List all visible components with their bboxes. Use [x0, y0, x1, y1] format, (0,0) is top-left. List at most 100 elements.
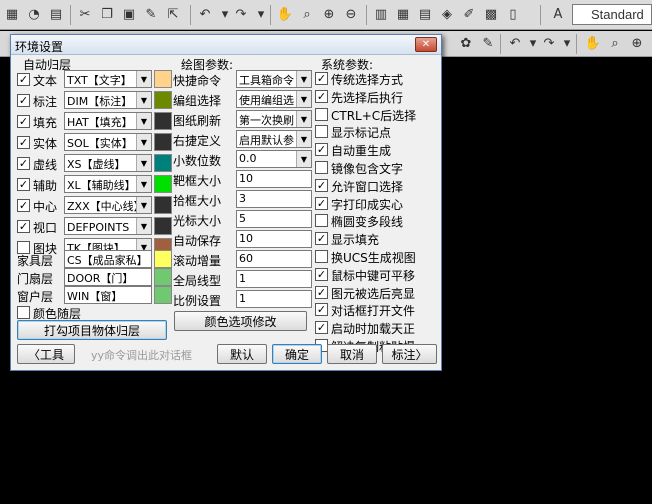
sys-param-checkbox[interactable]: ✓	[315, 321, 328, 335]
sys-param-checkbox[interactable]: ✓	[315, 72, 328, 85]
pan-icon[interactable]: ✋	[275, 4, 295, 24]
layer-color-swatch[interactable]	[154, 196, 172, 214]
sys-param-checkbox[interactable]: ✓	[315, 267, 328, 281]
calculator-icon[interactable]: ▩	[481, 4, 501, 24]
sys-param-row[interactable]: ✓ 先选择后执行	[315, 87, 435, 105]
draw-param-input[interactable]: 60	[236, 250, 312, 268]
sys-param-checkbox[interactable]: ✓	[315, 178, 328, 192]
sys-param-row[interactable]: ✓ 显示填充	[315, 229, 435, 247]
chevron-down-icon[interactable]: ▼	[136, 218, 151, 234]
sys-param-checkbox[interactable]: ✓	[315, 143, 328, 157]
layer-combo[interactable]: SOL【实体】 ▼	[64, 133, 152, 151]
text-layer-color-swatch[interactable]	[154, 268, 172, 286]
layer-color-swatch[interactable]	[154, 112, 172, 130]
sys-param-row[interactable]: ✓ 对话框打开文件	[315, 300, 435, 318]
text-layer-color-swatch[interactable]	[154, 286, 172, 304]
draw-param-input[interactable]: 10	[236, 170, 312, 188]
match-properties-icon[interactable]: ✎	[141, 4, 161, 24]
cut-icon[interactable]: ✂	[75, 4, 95, 24]
sys-param-row[interactable]: 显示标记点	[315, 122, 435, 140]
annotate-button[interactable]: 标注〉	[382, 344, 437, 364]
redo-icon[interactable]: ↷	[231, 4, 251, 24]
layer-combo[interactable]: TXT【文字】 ▼	[64, 70, 152, 88]
sys-param-checkbox[interactable]: ✓	[315, 303, 328, 317]
close-button[interactable]: ✕	[415, 37, 437, 52]
brush-icon[interactable]: ✎	[478, 33, 498, 53]
draw-param-combo[interactable]: 第一次换刷 ▼	[236, 110, 312, 128]
text-layer-color-swatch[interactable]	[154, 250, 172, 268]
text-style-icon[interactable]: A	[548, 4, 568, 24]
chevron-down-icon[interactable]: ▼	[296, 151, 311, 167]
layer-checkbox[interactable]: ✓	[17, 115, 30, 128]
sys-param-row[interactable]: 镜像包含文字	[315, 158, 435, 176]
text-layer-input[interactable]: CS【成品家私】	[64, 250, 152, 268]
layer-combo[interactable]: XS【虚线】 ▼	[64, 154, 152, 172]
layer-checkbox[interactable]: ✓	[17, 157, 30, 170]
properties-icon[interactable]: ▥	[371, 4, 391, 24]
help-icon[interactable]: ▯	[503, 4, 523, 24]
chevron-down-icon[interactable]: ▼	[296, 111, 311, 127]
draw-param-input[interactable]: 1	[236, 270, 312, 288]
save-file-icon[interactable]: ▤	[46, 4, 66, 24]
layer-checkbox[interactable]: ✓	[17, 178, 30, 191]
draw-param-input[interactable]: 1	[236, 290, 312, 308]
color-options-button[interactable]: 颜色选项修改	[174, 311, 307, 331]
layer-color-swatch[interactable]	[154, 91, 172, 109]
sys-param-row[interactable]: ✓ 自动重生成	[315, 140, 435, 158]
zoom-window-icon[interactable]: ⊕	[319, 4, 339, 24]
layer-color-swatch[interactable]	[154, 217, 172, 235]
sys-param-row[interactable]: 椭圆变多段线	[315, 211, 435, 229]
layer-color-swatch[interactable]	[154, 175, 172, 193]
sys-param-checkbox[interactable]	[315, 214, 328, 228]
zoom-realtime-icon[interactable]: ⌕	[297, 4, 317, 24]
layer-color-swatch[interactable]	[154, 70, 172, 88]
chevron-down-icon[interactable]: ▼	[136, 134, 151, 150]
sys-param-checkbox[interactable]	[315, 107, 328, 121]
redo-dropdown-icon[interactable]: ▾	[251, 4, 271, 24]
zoom-previous-icon[interactable]: ⊖	[341, 4, 361, 24]
cancel-button[interactable]: 取消	[327, 344, 377, 364]
layer-combo[interactable]: HAT【填充】 ▼	[64, 112, 152, 130]
sys-param-checkbox[interactable]: ✓	[315, 196, 328, 210]
text-layer-input[interactable]: DOOR【门】	[64, 268, 152, 286]
draw-param-input[interactable]: 5	[236, 210, 312, 228]
layer-color-swatch[interactable]	[154, 133, 172, 151]
layer-combo[interactable]: ZXX【中心线】 ▼	[64, 196, 152, 214]
chevron-down-icon[interactable]: ▼	[296, 71, 311, 87]
block-editor-icon[interactable]: ⇱	[163, 4, 183, 24]
chevron-down-icon[interactable]: ▼	[136, 197, 151, 213]
tools-button[interactable]: 〈工具	[17, 344, 75, 364]
sheet-set-icon[interactable]: ◈	[437, 4, 457, 24]
layer-color-swatch[interactable]	[154, 154, 172, 172]
redo-icon-2[interactable]: ↷	[539, 33, 559, 53]
sys-param-checkbox[interactable]: ✓	[315, 89, 328, 103]
draw-param-combo[interactable]: 工具箱命令 ▼	[236, 70, 312, 88]
draw-param-input[interactable]: 10	[236, 230, 312, 248]
open-file-icon[interactable]: ◔	[24, 4, 44, 24]
sys-param-checkbox[interactable]: ✓	[315, 232, 328, 246]
layer-combo[interactable]: DEFPOINTS【 ▼	[64, 217, 152, 235]
draw-param-combo[interactable]: 使用编组选 ▼	[236, 90, 312, 108]
sys-param-row[interactable]: ✓ 鼠标中键可平移	[315, 265, 435, 283]
markup-icon[interactable]: ✐	[459, 4, 479, 24]
chevron-down-icon[interactable]: ▼	[136, 71, 151, 87]
new-file-icon[interactable]: ▦	[2, 4, 22, 24]
layer-combo[interactable]: XL【辅助线】 ▼	[64, 175, 152, 193]
sys-param-row[interactable]: ✓ 图元被选后亮显	[315, 283, 435, 301]
color-follow-layer-checkbox[interactable]	[17, 306, 30, 319]
chevron-down-icon[interactable]: ▼	[296, 91, 311, 107]
layer-checkbox[interactable]: ✓	[17, 136, 30, 149]
text-layer-input[interactable]: WIN【窗】	[64, 286, 152, 304]
layer-checkbox[interactable]: ✓	[17, 220, 30, 233]
chevron-down-icon[interactable]: ▼	[136, 113, 151, 129]
tool-palettes-icon[interactable]: ▤	[415, 4, 435, 24]
chevron-down-icon[interactable]: ▼	[136, 92, 151, 108]
sys-param-row[interactable]: CTRL+C后选择	[315, 105, 435, 123]
layer-combo[interactable]: DIM【标注】 ▼	[64, 91, 152, 109]
default-button[interactable]: 默认	[217, 344, 267, 364]
pan-icon-2[interactable]: ✋	[583, 33, 603, 53]
copy-icon[interactable]: ❐	[97, 4, 117, 24]
dialog-titlebar[interactable]: 环境设置 ✕	[11, 35, 441, 55]
design-center-icon[interactable]: ▦	[393, 4, 413, 24]
sys-param-row[interactable]: ✓ 字打印成实心	[315, 194, 435, 212]
